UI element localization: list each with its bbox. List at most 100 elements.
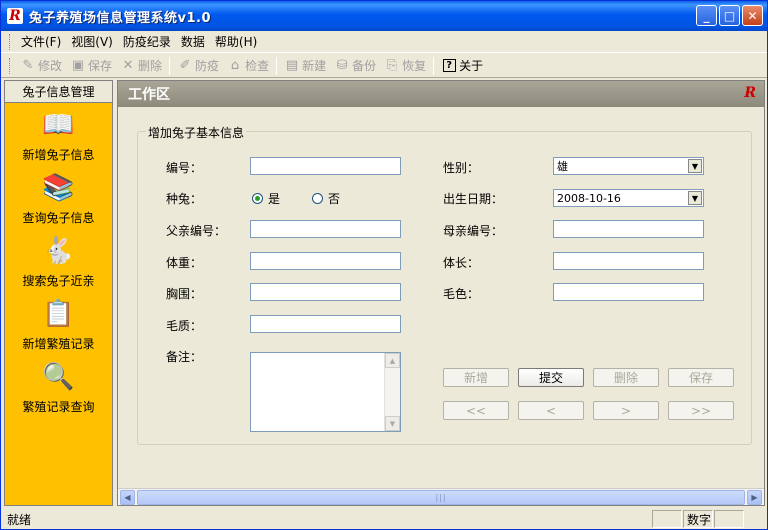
last-record-button[interactable]: >> — [668, 401, 734, 420]
delete-tool-button[interactable]: ✕ 删除 — [116, 57, 166, 74]
app-logo-icon: R — [7, 8, 23, 24]
remarks-textarea[interactable]: ▲ ▼ — [250, 352, 401, 432]
radio-checked-icon — [252, 193, 263, 204]
nav-add-breeding[interactable]: 📋 新增繁殖记录 — [5, 292, 112, 355]
breeder-yes-radio[interactable]: 是 — [252, 190, 280, 207]
prev-record-button[interactable]: < — [518, 401, 584, 420]
weight-label: 体重： — [166, 256, 203, 270]
maximize-button[interactable]: □ — [719, 5, 740, 26]
save-tool-label: 保存 — [88, 59, 113, 73]
gender-label: 性别： — [443, 161, 480, 175]
numlock-indicator: 数字 — [683, 510, 713, 528]
weight-input[interactable] — [250, 252, 401, 270]
delete-tool-label: 删除 — [138, 59, 163, 73]
vaccine-tool-label: 防疫 — [195, 59, 220, 73]
about-tool-label: 关于 — [459, 59, 484, 73]
nav-query-rabbit[interactable]: 📚 查询兔子信息 — [5, 166, 112, 229]
vaccine-tool-button[interactable]: ✐ 防疫 — [173, 57, 223, 74]
fur-quality-input[interactable] — [250, 315, 401, 333]
save-icon: ▣ — [71, 58, 85, 73]
title-bar[interactable]: R 兔子养殖场信息管理系统v1.0 _ □ ✕ — [1, 1, 767, 31]
horizontal-scrollbar[interactable]: ◀ ||| ▶ — [118, 488, 764, 505]
status-cell-empty — [652, 510, 682, 528]
left-nav-panel: 兔子信息管理 📖 新增兔子信息 📚 查询兔子信息 🐇 搜索兔子近亲 📋 新增繁殖… — [4, 80, 113, 506]
body-length-label: 体长： — [443, 256, 480, 270]
about-tool-button[interactable]: ? 关于 — [437, 57, 487, 74]
nav-add-rabbit-label: 新增兔子信息 — [22, 147, 95, 162]
nav-search-relatives[interactable]: 🐇 搜索兔子近亲 — [5, 229, 112, 292]
nav-add-breeding-label: 新增繁殖记录 — [22, 336, 95, 351]
toolbar-grip — [9, 57, 12, 74]
menu-grip — [9, 33, 12, 50]
toolbar: ✎ 修改 ▣ 保存 ✕ 删除 ✐ 防疫 ⌂ 检查 ▤ 新建 ⛁ 备份 ⎘ 恢复 … — [1, 54, 767, 78]
fur-color-label: 毛色： — [443, 287, 480, 301]
left-nav-header[interactable]: 兔子信息管理 — [5, 81, 112, 103]
nav-query-breeding-label: 繁殖记录查询 — [22, 399, 95, 414]
menu-data[interactable]: 数据 — [176, 31, 210, 52]
body-length-input[interactable] — [553, 252, 704, 270]
menu-help[interactable]: 帮助(H) — [210, 31, 262, 52]
fur-color-input[interactable] — [553, 283, 704, 301]
work-area-header: 工作区 R — [118, 81, 764, 107]
edit-icon: ✎ — [22, 58, 34, 73]
restore-tool-button[interactable]: ⎘ 恢复 — [380, 57, 430, 74]
gender-select[interactable]: 雄 ▼ — [553, 157, 704, 175]
close-button[interactable]: ✕ — [742, 5, 763, 26]
restore-tool-label: 恢复 — [402, 59, 427, 73]
status-cell-empty — [714, 510, 744, 528]
delete-button[interactable]: 删除 — [593, 368, 659, 387]
book-icon: 📖 — [42, 109, 75, 140]
minimize-button[interactable]: _ — [696, 5, 717, 26]
add-button[interactable]: 新增 — [443, 368, 509, 387]
edit-tool-button[interactable]: ✎ 修改 — [16, 57, 66, 74]
birth-date-picker[interactable]: 2008-10-16 ▼ — [553, 189, 704, 207]
nav-add-rabbit[interactable]: 📖 新增兔子信息 — [5, 103, 112, 166]
menu-file[interactable]: 文件(F) — [16, 31, 66, 52]
toolbar-separator — [276, 56, 278, 75]
mother-id-input[interactable] — [553, 220, 704, 238]
scroll-up-icon[interactable]: ▲ — [385, 353, 400, 368]
id-input[interactable] — [250, 157, 401, 175]
father-id-input[interactable] — [250, 220, 401, 238]
new-tool-button[interactable]: ▤ 新建 — [280, 57, 330, 74]
check-tool-button[interactable]: ⌂ 检查 — [223, 57, 273, 74]
toolbar-separator — [433, 56, 435, 75]
app-window: R 兔子养殖场信息管理系统v1.0 _ □ ✕ 文件(F) 视图(V) 防疫纪录… — [0, 0, 768, 530]
first-record-button[interactable]: << — [443, 401, 509, 420]
breeder-label: 种兔： — [166, 192, 203, 206]
chest-input[interactable] — [250, 283, 401, 301]
radio-unchecked-icon — [312, 193, 323, 204]
app-logo-icon: R — [744, 85, 756, 101]
remarks-scrollbar[interactable]: ▲ ▼ — [384, 353, 400, 431]
restore-icon: ⎘ — [386, 58, 398, 73]
delete-icon: ✕ — [122, 58, 134, 73]
nav-query-breeding[interactable]: 🔍 繁殖记录查询 — [5, 355, 112, 418]
submit-button[interactable]: 提交 — [518, 368, 584, 387]
chest-label: 胸围： — [166, 287, 203, 301]
chevron-down-icon[interactable]: ▼ — [688, 159, 702, 173]
menu-vaccine-records[interactable]: 防疫纪录 — [118, 31, 176, 52]
father-id-label: 父亲编号： — [166, 224, 227, 238]
save-button[interactable]: 保存 — [668, 368, 734, 387]
vaccine-icon: ✐ — [179, 58, 191, 73]
scroll-down-icon[interactable]: ▼ — [385, 416, 400, 431]
chevron-down-icon[interactable]: ▼ — [688, 191, 702, 205]
new-icon: ▤ — [285, 58, 299, 73]
check-icon: ⌂ — [230, 58, 240, 73]
work-area-title: 工作区 — [128, 87, 170, 103]
next-record-button[interactable]: > — [593, 401, 659, 420]
backup-tool-button[interactable]: ⛁ 备份 — [330, 57, 380, 74]
backup-icon: ⛁ — [336, 58, 348, 73]
nav-query-rabbit-label: 查询兔子信息 — [22, 210, 95, 225]
scroll-left-icon[interactable]: ◀ — [120, 490, 135, 505]
menu-view[interactable]: 视图(V) — [66, 31, 118, 52]
scroll-right-icon[interactable]: ▶ — [747, 490, 762, 505]
new-tool-label: 新建 — [302, 59, 327, 73]
breeder-no-radio[interactable]: 否 — [312, 190, 340, 207]
menu-bar: 文件(F) 视图(V) 防疫纪录 数据 帮助(H) — [1, 31, 767, 53]
scrollbar-thumb[interactable]: ||| — [137, 490, 745, 505]
remarks-label: 备注： — [166, 350, 203, 364]
edit-tool-label: 修改 — [38, 59, 63, 73]
save-tool-button[interactable]: ▣ 保存 — [66, 57, 116, 74]
mother-id-label: 母亲编号： — [443, 224, 504, 238]
